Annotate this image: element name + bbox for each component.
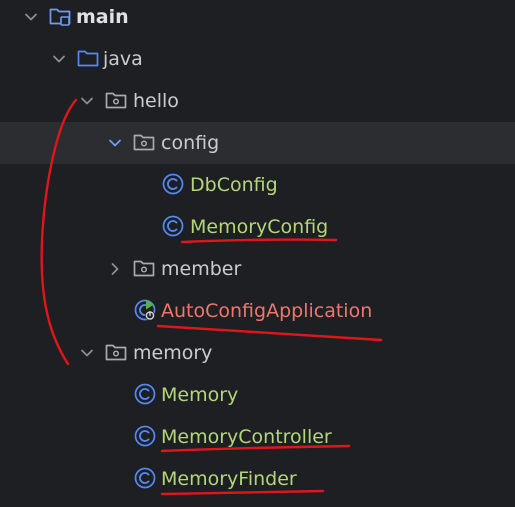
tree-node-label: MemoryConfig [190,216,329,238]
class-icon [133,382,157,406]
tree-node-memorycontroller[interactable]: MemoryController [0,416,515,458]
chevron-down-icon[interactable] [80,94,94,108]
tree-node-memory-class[interactable]: Memory [0,374,515,416]
tree-node-label: memory [133,342,213,364]
class-icon [133,424,157,448]
package-icon [132,256,156,280]
tree-node-config[interactable]: config [0,122,515,164]
package-icon [104,340,128,364]
package-icon [104,88,128,112]
tree-node-label: main [76,6,129,28]
source-folder-icon [76,46,100,70]
tree-node-member[interactable]: member [0,248,515,290]
chevron-down-icon[interactable] [24,10,38,24]
tree-node-label: MemoryFinder [161,468,297,490]
module-folder-icon [48,4,72,28]
tree-node-autoconfigapplication[interactable]: AutoConfigApplication [0,290,515,332]
tree-node-label: MemoryController [161,426,332,448]
chevron-down-icon[interactable] [52,52,66,66]
tree-node-label: AutoConfigApplication [161,300,373,322]
chevron-right-icon[interactable] [108,262,122,276]
tree-node-label: DbConfig [190,174,278,196]
tree-node-memoryconfig[interactable]: MemoryConfig [0,206,515,248]
spring-boot-class-icon [133,298,157,322]
tree-node-label: java [103,48,143,70]
chevron-down-icon[interactable] [108,136,122,150]
tree-node-label: config [161,132,220,154]
tree-node-label: hello [133,90,179,112]
tree-node-hello[interactable]: hello [0,80,515,122]
class-icon [161,172,185,196]
class-icon [161,214,185,238]
tree-node-dbconfig[interactable]: DbConfig [0,164,515,206]
tree-node-java[interactable]: java [0,38,515,80]
class-icon [133,466,157,490]
tree-node-memory[interactable]: memory [0,332,515,374]
tree-node-label: member [161,258,242,280]
package-icon [132,130,156,154]
tree-node-main[interactable]: main [0,0,515,38]
chevron-down-icon[interactable] [80,346,94,360]
project-tree: main java hello config DbConfig MemoryCo… [0,0,515,507]
tree-node-memoryfinder[interactable]: MemoryFinder [0,458,515,500]
tree-node-label: Memory [161,384,239,406]
